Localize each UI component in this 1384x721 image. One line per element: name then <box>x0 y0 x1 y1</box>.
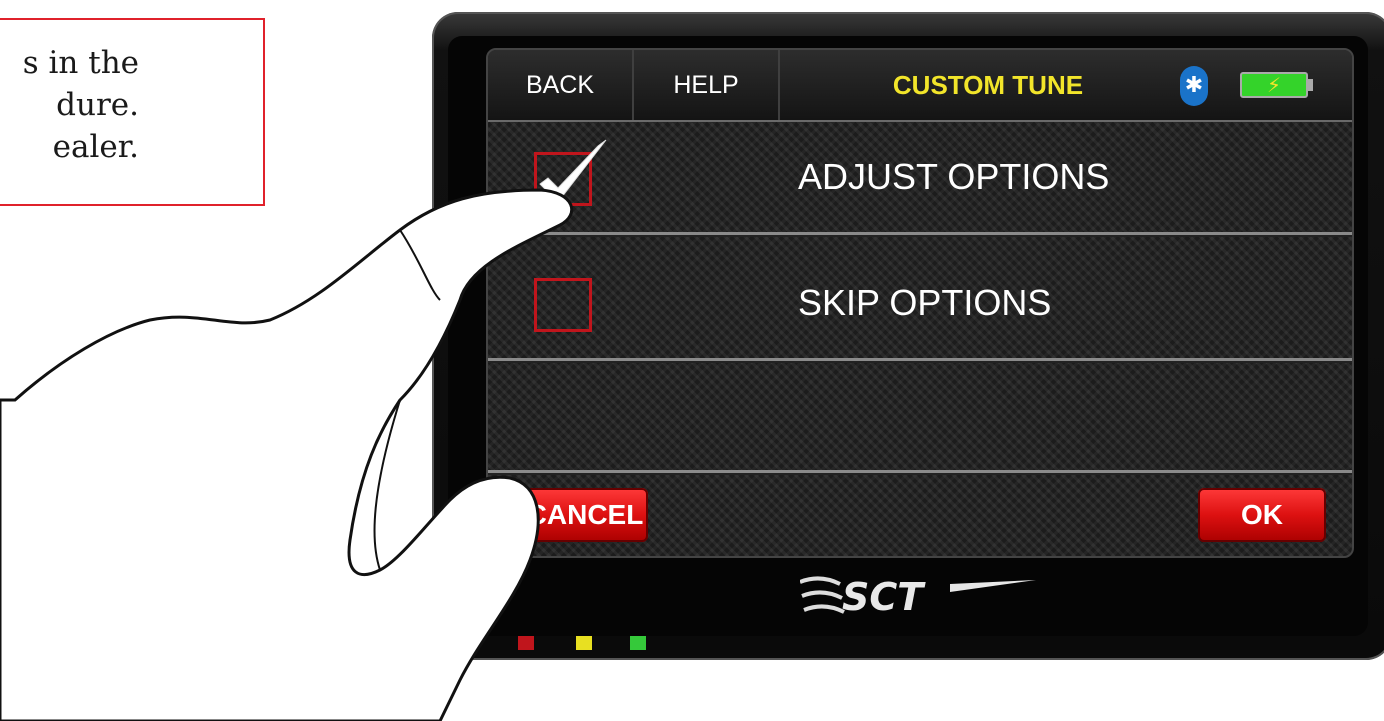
device-screen: BACK HELP CUSTOM TUNE ✱ ⚡ ADJUST OPTIONS… <box>486 48 1354 558</box>
status-led-red <box>518 636 534 650</box>
note-line-3: ealer. <box>52 129 139 165</box>
cancel-button[interactable]: CANCEL <box>522 488 648 542</box>
instruction-note: s in the dure. ealer. <box>0 18 265 206</box>
screen-title: CUSTOM TUNE <box>892 70 1084 100</box>
note-line-2: dure. <box>56 87 139 123</box>
logo-text: SCT <box>842 575 926 619</box>
help-button[interactable]: HELP <box>634 50 780 120</box>
option-row-skip[interactable]: SKIP OPTIONS <box>488 248 1352 361</box>
status-led-yellow <box>576 636 592 650</box>
ok-button[interactable]: OK <box>1198 488 1326 542</box>
sct-logo: SCT <box>800 575 1036 619</box>
adjust-options-label: ADJUST OPTIONS <box>798 156 1110 197</box>
option-row-adjust[interactable]: ADJUST OPTIONS <box>488 122 1352 235</box>
battery-tip <box>1308 79 1313 91</box>
checkmark-icon <box>539 139 607 203</box>
skip-options-label: SKIP OPTIONS <box>798 282 1052 323</box>
empty-row <box>488 370 1352 473</box>
note-line-1: s in the <box>22 45 139 81</box>
status-led-green <box>630 636 646 650</box>
top-bar: BACK HELP CUSTOM TUNE ✱ ⚡ <box>488 50 1352 122</box>
skip-options-checkbox[interactable] <box>534 278 592 332</box>
bluetooth-icon: ✱ <box>1180 66 1208 106</box>
battery-charging-icon: ⚡ <box>1240 72 1308 98</box>
back-button[interactable]: BACK <box>488 50 634 120</box>
